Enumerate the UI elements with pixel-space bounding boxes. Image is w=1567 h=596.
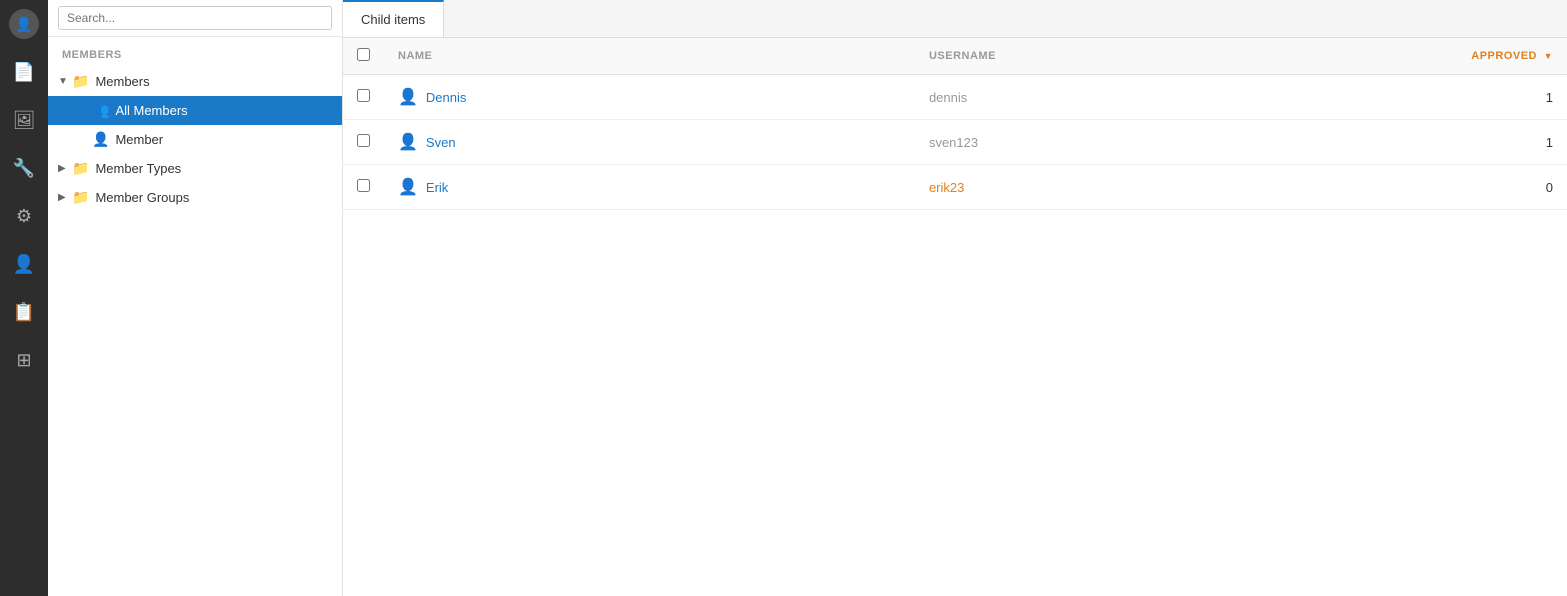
all-members-label: All Members [115,103,332,118]
member-groups-label: Member Groups [95,190,332,205]
document-icon[interactable]: 📄 [0,48,48,96]
table-row: 👤 Erik erik23 0 [343,165,1567,210]
approved-cell-dennis: 1 [1329,75,1567,120]
username-cell-sven: sven123 [915,120,1329,165]
tab-child-items[interactable]: Child items [343,0,444,37]
member-groups-folder-icon: 📁 [72,189,89,206]
approved-value-sven: 1 [1546,135,1553,150]
tab-child-items-label: Child items [361,12,425,27]
member-types-label: Member Types [95,161,332,176]
sidebar-item-member-types[interactable]: ▶ 📁 Member Types [48,154,342,183]
username-cell-dennis: dennis [915,75,1329,120]
username-text-dennis: dennis [929,90,967,105]
member-types-arrow-icon: ▶ [58,163,72,174]
tab-bar: Child items [343,0,1567,38]
username-text-sven: sven123 [929,135,978,150]
settings-icon[interactable]: ⚙ [0,192,48,240]
approved-cell-erik: 0 [1329,165,1567,210]
user-icon-erik: 👤 [398,177,418,197]
row-checkbox-input-dennis[interactable] [357,89,370,102]
member-user-icon: 👤 [92,131,109,148]
sidebar-item-members[interactable]: ▼ 📁 Members [48,67,342,96]
table-row: 👤 Dennis dennis 1 [343,75,1567,120]
table-rail-icon[interactable]: ⊞ [0,336,48,384]
col-header-approved[interactable]: APPROVED ▼ [1329,38,1567,75]
row-checkbox-sven[interactable] [343,120,384,165]
member-types-folder-icon: 📁 [72,160,89,177]
approved-cell-sven: 1 [1329,120,1567,165]
name-text-erik: Erik [426,180,448,195]
approved-value-dennis: 1 [1546,90,1553,105]
select-all-col [343,38,384,75]
name-cell-erik: 👤 Erik [384,165,915,210]
name-text-sven: Sven [426,135,456,150]
all-members-user-icon: 👥 [92,102,109,119]
name-cell-dennis: 👤 Dennis [384,75,915,120]
search-input[interactable] [58,6,332,30]
avatar-icon[interactable]: 👤 [9,9,39,39]
members-folder-icon: 📁 [72,73,89,90]
username-text-erik: erik23 [929,180,964,195]
row-checkbox-dennis[interactable] [343,75,384,120]
list-rail-icon[interactable]: 📋 [0,288,48,336]
main-content: Child items NAME USERNAME APPROVED [343,0,1567,596]
row-checkbox-erik[interactable] [343,165,384,210]
sidebar-item-all-members[interactable]: ▶ 👥 All Members [48,96,342,125]
user-icon-dennis: 👤 [398,87,418,107]
member-groups-arrow-icon: ▶ [58,192,72,203]
table-row: 👤 Sven sven123 1 [343,120,1567,165]
data-area: NAME USERNAME APPROVED ▼ [343,38,1567,596]
sidebar-search-area [48,0,342,37]
sidebar: MEMBERS ▼ 📁 Members ▶ 👥 All Members ▶ 👤 … [48,0,343,596]
row-checkbox-input-erik[interactable] [357,179,370,192]
sidebar-item-member[interactable]: ▶ 👤 Member [48,125,342,154]
approved-value-erik: 0 [1546,180,1553,195]
members-section-label: MEMBERS [48,37,342,67]
members-label: Members [95,74,332,89]
sidebar-tree: ▼ 📁 Members ▶ 👥 All Members ▶ 👤 Member ▶… [48,67,342,212]
member-label: Member [115,132,332,147]
username-cell-erik: erik23 [915,165,1329,210]
name-cell-sven: 👤 Sven [384,120,915,165]
members-table: NAME USERNAME APPROVED ▼ [343,38,1567,210]
col-header-name[interactable]: NAME [384,38,915,75]
user-rail-icon[interactable]: 👤 [0,240,48,288]
icon-rail: 👤 📄 🖼 🔧 ⚙ 👤 📋 ⊞ [0,0,48,596]
sidebar-item-member-groups[interactable]: ▶ 📁 Member Groups [48,183,342,212]
name-text-dennis: Dennis [426,90,466,105]
col-header-username[interactable]: USERNAME [915,38,1329,75]
row-checkbox-input-sven[interactable] [357,134,370,147]
tools-icon[interactable]: 🔧 [0,144,48,192]
image-icon[interactable]: 🖼 [0,96,48,144]
approved-sort-arrow: ▼ [1544,51,1553,61]
members-arrow-icon: ▼ [58,76,72,87]
select-all-checkbox[interactable] [357,48,370,61]
user-icon-sven: 👤 [398,132,418,152]
